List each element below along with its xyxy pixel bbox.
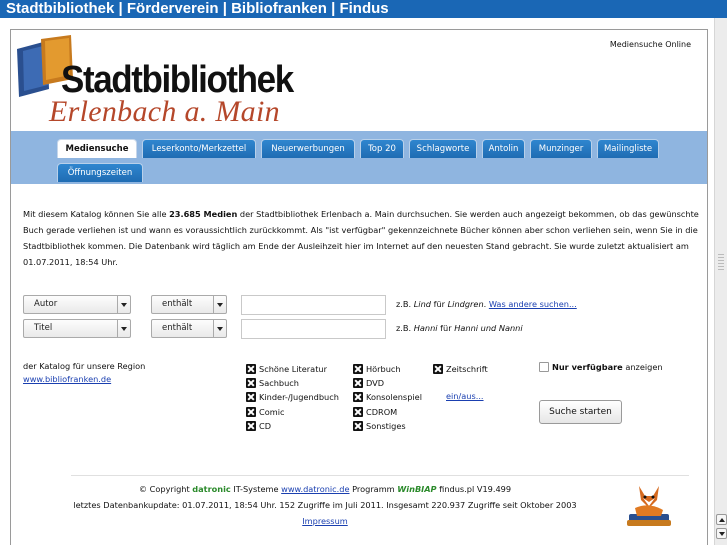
checkbox-checked-icon [353,364,363,374]
media-checkbox[interactable]: Sonstiges [353,420,406,432]
logo-subtitle: Erlenbach a. Main [49,95,280,128]
media-checkbox[interactable]: Schöne Literatur [246,363,327,375]
chevron-down-icon [213,320,226,337]
chevron-down-icon [213,296,226,313]
chevron-down-icon [117,296,130,313]
main-frame: Stadtbibliothek Erlenbach a. Main Medien… [10,29,708,545]
tab-schlagworte[interactable]: Schlagworte [409,139,477,158]
checkbox-checked-icon [353,378,363,388]
chevron-down-icon [117,320,130,337]
arrow-up-icon [719,518,725,522]
tab-mailingliste[interactable]: Mailingliste [597,139,659,158]
datronic-link[interactable]: www.datronic.de [281,484,349,494]
tab-bar: Mediensuche Leserkonto/Merkzettel Neuerw… [11,131,707,184]
footer-stats: letztes Datenbankupdate: 01.07.2011, 18:… [73,500,577,510]
tab-neuerwerbungen[interactable]: Neuerwerbungen [261,139,355,158]
page-scrollbar[interactable] [714,18,727,545]
checkbox-empty-icon [539,362,549,372]
checkbox-checked-icon [246,364,256,374]
field-select-1[interactable]: Autor [23,295,131,314]
impressum-link[interactable]: Impressum [302,516,348,526]
search-submit-button[interactable]: Suche starten [539,400,622,424]
checkbox-checked-icon [353,407,363,417]
findus-fox-icon [627,486,671,526]
checkbox-checked-icon [353,421,363,431]
media-checkbox[interactable]: CD [246,420,271,432]
operator-select-2[interactable]: enthält [151,319,227,338]
scroll-up-button[interactable] [716,514,727,525]
footer-divider [71,475,689,476]
library-logo[interactable]: Stadtbibliothek Erlenbach a. Main [17,35,307,130]
search-input-2[interactable] [241,319,386,339]
search-hint-1: z.B. Lind für Lindgren. Was andere suche… [396,299,577,309]
tab-oeffnungszeiten[interactable]: Öffnungszeiten [57,163,143,182]
tab-leserkonto[interactable]: Leserkonto/Merkzettel [142,139,256,158]
toggle-all-link[interactable]: ein/aus... [446,391,484,401]
tab-mediensuche[interactable]: Mediensuche [57,139,137,158]
media-checkbox[interactable]: Konsolenspiel [353,391,422,403]
footer: © Copyright datronic IT-Systeme www.datr… [25,481,625,529]
tab-antolin[interactable]: Antolin [482,139,525,158]
region-info: der Katalog für unsere Region www.biblio… [23,361,146,386]
search-input-1[interactable] [241,295,386,315]
tab-munzinger[interactable]: Munzinger [530,139,592,158]
scroll-down-button[interactable] [716,528,727,539]
media-checkbox[interactable]: Zeitschrift [433,363,488,375]
popular-searches-link[interactable]: Was andere suchen... [489,299,577,309]
media-checkbox[interactable]: Kinder-/Jugendbuch [246,391,339,403]
media-checkbox[interactable]: Sachbuch [246,377,299,389]
checkbox-checked-icon [246,421,256,431]
intro-text: Mit diesem Katalog können Sie alle 23.68… [23,209,699,267]
available-only-checkbox[interactable]: Nur verfügbare anzeigen [539,361,663,373]
search-hint-2: z.B. Hanni für Hanni und Nanni [396,323,523,333]
bibliofranken-link[interactable]: www.bibliofranken.de [23,373,145,386]
media-checkbox[interactable]: DVD [353,377,384,389]
media-count: 23.685 Medien [169,209,238,219]
arrow-down-icon [719,532,725,536]
operator-select-1[interactable]: enthält [151,295,227,314]
company-name: datronic [192,484,231,494]
tab-top20[interactable]: Top 20 [360,139,404,158]
field-select-2[interactable]: Titel [23,319,131,338]
media-checkbox[interactable]: CDROM [353,406,397,418]
checkbox-checked-icon [246,378,256,388]
media-checkbox[interactable]: Comic [246,406,284,418]
scrollbar-grip[interactable] [718,254,724,272]
media-checkbox[interactable]: Hörbuch [353,363,401,375]
checkbox-checked-icon [246,407,256,417]
checkbox-checked-icon [433,364,443,374]
checkbox-checked-icon [353,392,363,402]
program-name: WinBIAP [397,484,437,494]
checkbox-checked-icon [246,392,256,402]
page-label: Mediensuche Online [609,40,691,49]
site-nav-bar[interactable]: Stadtbibliothek | Förderverein | Bibliof… [0,0,727,18]
